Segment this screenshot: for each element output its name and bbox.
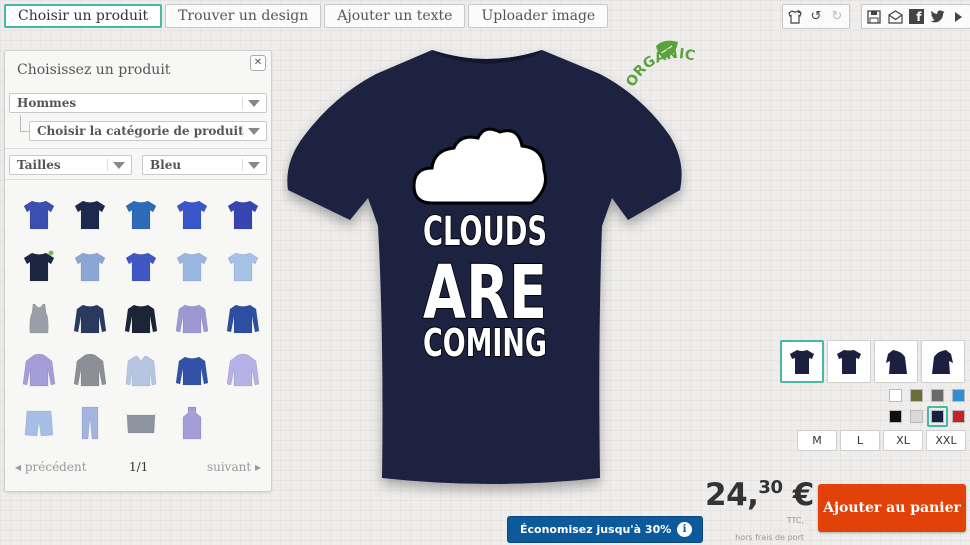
product-thumb[interactable] — [166, 241, 217, 293]
divider — [5, 148, 271, 149]
product-thumb[interactable] — [217, 293, 268, 345]
color-swatch[interactable] — [906, 385, 927, 406]
tab-add-text[interactable]: Ajouter un texte — [324, 4, 466, 28]
tab-find-design[interactable]: Trouver un design — [165, 4, 322, 28]
color-swatch[interactable] — [885, 406, 906, 427]
product-panel: Choisissez un produit ✕ Hommes Choisir l… — [4, 50, 272, 492]
size-l-button[interactable]: L — [840, 430, 880, 451]
color-filter-select[interactable]: Bleu — [142, 155, 267, 175]
chevron-down-icon — [107, 159, 127, 171]
color-swatches — [885, 385, 969, 427]
undo-icon[interactable]: ↺ — [807, 8, 825, 26]
color-swatch[interactable] — [948, 406, 969, 427]
organic-badge: ORGANIC — [626, 40, 696, 90]
product-thumb[interactable] — [115, 293, 166, 345]
chevron-down-icon — [242, 97, 262, 109]
color-swatch[interactable] — [906, 406, 927, 427]
color-swatch[interactable] — [927, 385, 948, 406]
view-back[interactable] — [827, 340, 871, 383]
pager: ◂ précédent 1/1 suivant ▸ — [15, 460, 261, 476]
add-to-cart-button[interactable]: Ajouter au panier — [818, 484, 966, 532]
tab-upload-image[interactable]: Uploader image — [468, 4, 609, 28]
product-thumb[interactable] — [13, 241, 64, 293]
product-thumb[interactable] — [217, 241, 268, 293]
edit-toolbar: ↺ ↻ — [782, 4, 850, 29]
product-thumb[interactable] — [115, 189, 166, 241]
play-icon[interactable] — [949, 8, 967, 26]
product-thumb[interactable] — [166, 397, 217, 449]
product-thumb[interactable] — [64, 293, 115, 345]
color-filter-value: Bleu — [150, 158, 182, 172]
product-thumb[interactable] — [166, 293, 217, 345]
category-select-value: Choisir la catégorie de produit — [37, 124, 244, 138]
product-thumb[interactable] — [115, 345, 166, 397]
gender-select-value: Hommes — [17, 96, 77, 110]
twitter-icon[interactable] — [928, 8, 946, 26]
save-icon[interactable] — [865, 8, 883, 26]
product-thumb[interactable] — [115, 397, 166, 449]
product-thumb[interactable] — [13, 345, 64, 397]
product-thumb[interactable] — [13, 293, 64, 345]
tshirt-preview[interactable]: CLOUDS ARE COMING — [282, 38, 692, 498]
product-thumb[interactable] — [166, 189, 217, 241]
info-icon[interactable]: i — [677, 522, 692, 537]
product-thumb[interactable] — [64, 345, 115, 397]
next-page-link[interactable]: suivant ▸ — [207, 460, 261, 474]
size-m-button[interactable]: M — [797, 430, 837, 451]
prev-page-link[interactable]: ◂ précédent — [15, 460, 87, 474]
size-xxl-button[interactable]: XXL — [926, 430, 966, 451]
top-tabs: Choisir un produit Trouver un design Ajo… — [4, 4, 609, 28]
shirt-star-icon[interactable] — [786, 8, 804, 26]
share-toolbar: f — [861, 4, 970, 29]
promo-banner[interactable]: Économisez jusqu'à 30% i — [507, 516, 703, 543]
price-ttc: TTC, — [786, 516, 804, 525]
color-swatch[interactable] — [948, 385, 969, 406]
color-swatch[interactable] — [885, 385, 906, 406]
product-thumb[interactable] — [13, 397, 64, 449]
view-front[interactable] — [780, 340, 824, 383]
organic-text: ORGANIC — [626, 46, 696, 90]
gender-select[interactable]: Hommes — [9, 93, 267, 113]
promo-label: Économisez jusqu'à 30% — [520, 523, 672, 536]
product-thumb[interactable] — [166, 345, 217, 397]
product-thumb[interactable] — [115, 241, 166, 293]
product-thumb[interactable] — [64, 397, 115, 449]
product-thumb[interactable] — [64, 241, 115, 293]
category-select[interactable]: Choisir la catégorie de produit — [29, 121, 267, 141]
view-selector — [780, 340, 965, 383]
design-line-1: CLOUDS — [423, 209, 547, 255]
product-thumb[interactable] — [217, 189, 268, 241]
product-thumb[interactable] — [217, 345, 268, 397]
product-grid — [13, 189, 269, 449]
size-options: M L XL XXL — [797, 430, 966, 451]
tree-connector — [20, 115, 29, 132]
price: 24,30 € — [705, 477, 814, 513]
size-xl-button[interactable]: XL — [883, 430, 923, 451]
close-icon[interactable]: ✕ — [250, 55, 266, 71]
view-right-side[interactable] — [921, 340, 965, 383]
divider — [5, 179, 271, 180]
svg-text:ORGANIC: ORGANIC — [626, 46, 696, 90]
color-swatch[interactable] — [927, 406, 948, 427]
product-thumb[interactable] — [13, 189, 64, 241]
view-left-side[interactable] — [874, 340, 918, 383]
size-filter-select[interactable]: Tailles — [9, 155, 132, 175]
size-filter-value: Tailles — [17, 158, 61, 172]
facebook-icon[interactable]: f — [907, 8, 925, 26]
product-thumb[interactable] — [64, 189, 115, 241]
chevron-down-icon — [242, 159, 262, 171]
chevron-down-icon — [242, 125, 262, 137]
design-line-3: COMING — [423, 321, 547, 365]
tab-choose-product[interactable]: Choisir un produit — [4, 4, 163, 28]
email-icon[interactable] — [886, 8, 904, 26]
redo-icon[interactable]: ↻ — [828, 8, 846, 26]
price-shipping: hors frais de port — [735, 533, 804, 542]
page-indicator: 1/1 — [129, 460, 149, 474]
panel-title: Choisissez un produit — [17, 62, 171, 78]
